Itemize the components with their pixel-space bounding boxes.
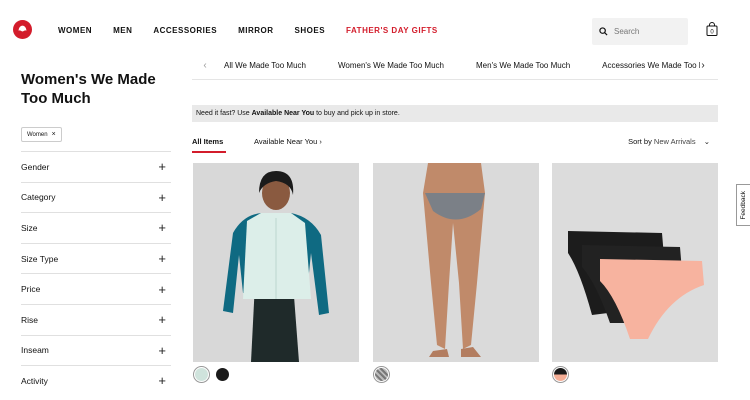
plus-icon: + [158,251,166,267]
nav-accessories[interactable]: ACCESSORIES [153,26,217,35]
feedback-label: Feedback [740,190,747,220]
notice-prefix: Need it fast? Use [196,110,252,117]
chevron-right-icon[interactable]: › [696,60,710,71]
filter-size-type[interactable]: Size Type + [21,242,171,274]
availability-notice: Need it fast? Use Available Near You to … [192,105,718,122]
category-all[interactable]: All We Made Too Much [224,61,306,70]
site-header: WOMEN MEN ACCESSORIES MIRROR SHOES FATHE… [0,9,750,53]
plus-icon: + [158,312,166,328]
category-accessories[interactable]: Accessories We Made Too M [602,61,700,70]
page-title: Women's We Made Too Much [21,71,156,107]
search-box[interactable] [592,18,688,45]
swatches-underwear-pack [552,366,573,383]
nav-shoes[interactable]: SHOES [295,26,326,35]
filter-category[interactable]: Category + [21,181,171,213]
nav-mirror[interactable]: MIRROR [238,26,273,35]
filter-label: Category [21,192,56,203]
filter-size[interactable]: Size + [21,212,171,243]
logo-mark-icon [18,25,27,32]
nav-men[interactable]: MEN [113,26,132,35]
product-image-underwear-pack[interactable] [552,163,718,362]
filter-inseam[interactable]: Inseam + [21,334,171,366]
filter-label: Price [21,284,41,295]
notice-suffix: to buy and pick up in store. [314,110,400,117]
search-input[interactable] [614,27,684,36]
filter-label: Size [21,222,38,233]
vest-model-image [193,163,359,362]
shopping-bag-icon[interactable]: 0 [706,22,718,36]
plus-icon: + [158,342,166,358]
filter-rise[interactable]: Rise + [21,303,171,335]
plus-icon: + [158,281,166,297]
lululemon-logo[interactable] [13,20,32,39]
filter-label: Gender [21,161,50,172]
underwear-pack-image [552,163,718,362]
feedback-tab[interactable]: Feedback [736,184,750,226]
underwear-model-image [373,163,539,362]
filter-label: Activity [21,375,48,386]
chevron-down-icon: ⌄ [703,137,710,146]
sort-value: New Arrivals [653,137,696,146]
filter-price[interactable]: Price + [21,273,171,304]
active-filter-chip[interactable]: Women × [21,127,62,142]
swatches-underwear [373,366,394,383]
filter-list: Gender + Category + Size + Size Type + Price… [21,151,171,396]
chevron-right-icon: › [319,137,322,146]
color-swatch[interactable] [193,366,210,383]
filter-label: Rise [21,314,39,325]
filter-activity[interactable]: Activity + [21,365,171,396]
product-image-vest[interactable] [193,163,359,362]
chevron-left-icon[interactable]: ‹ [198,60,212,71]
swatches-vest [193,366,235,383]
color-swatch[interactable] [214,366,231,383]
plus-icon: + [158,159,166,175]
filter-label: Size Type [21,253,59,264]
category-men[interactable]: Men's We Made Too Much [476,61,570,70]
nav-fathers-day-gifts[interactable]: FATHER'S DAY GIFTS [346,26,438,35]
color-swatch[interactable] [373,366,390,383]
product-tabs: All Items Available Near You › Sort by N… [192,137,718,155]
sort-dropdown[interactable]: Sort by New Arrivals ⌄ [628,137,710,146]
search-icon [599,27,608,36]
tab-all-items[interactable]: All Items [192,137,227,153]
main-nav: WOMEN MEN ACCESSORIES MIRROR SHOES FATHE… [58,26,459,35]
plus-icon: + [158,220,166,236]
close-icon[interactable]: × [52,131,56,138]
sort-label: Sort by [628,137,652,146]
filter-label: Inseam [21,345,49,356]
product-image-underwear[interactable] [373,163,539,362]
notice-bold: Available Near You [251,110,315,117]
color-swatch[interactable] [552,366,569,383]
tab-available-near-you[interactable]: Available Near You › [254,137,322,146]
filter-gender[interactable]: Gender + [21,151,171,182]
tab-label: Available Near You [254,137,318,146]
plus-icon: + [158,189,166,205]
chip-label: Women [27,131,48,138]
plus-icon: + [158,373,166,389]
category-carousel: ‹ All We Made Too Much Women's We Made T… [192,52,718,80]
nav-women[interactable]: WOMEN [58,26,92,35]
category-women[interactable]: Women's We Made Too Much [338,61,444,70]
svg-text:0: 0 [710,30,714,36]
